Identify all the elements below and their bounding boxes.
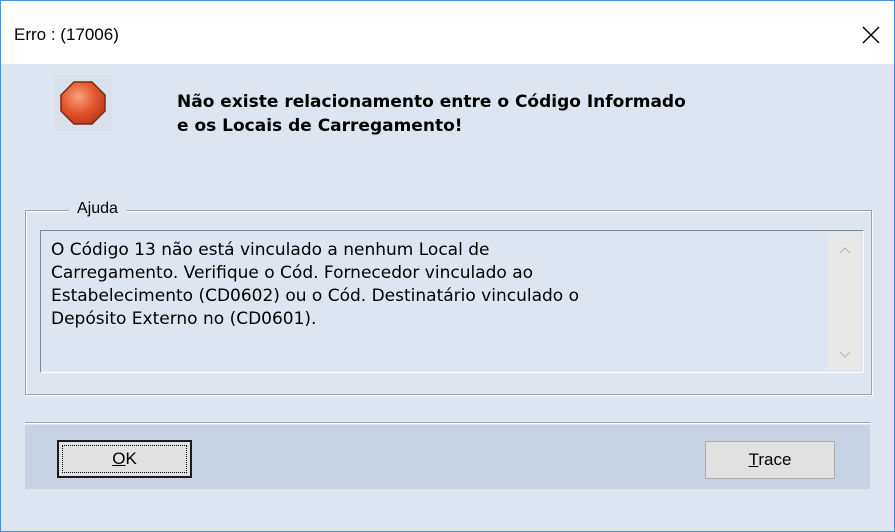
chevron-down-icon [839,351,850,358]
help-text-line: O Código 13 não está vinculado a nenhum … [51,240,490,260]
help-text-area[interactable]: O Código 13 não está vinculado a nenhum … [40,230,864,373]
focus-rectangle [62,445,187,473]
error-message: Não existe relacionamento entre o Código… [177,90,686,138]
stop-error-icon [54,75,112,131]
help-text-line: Carregamento. Verifique o Cód. Fornecedo… [51,263,534,283]
error-message-line: Não existe relacionamento entre o Código… [177,92,686,112]
scroll-up-button[interactable] [828,239,861,261]
trace-button-label: Trace [748,450,792,469]
help-text-line: Depósito Externo no (CD0601). [51,309,317,329]
button-bar: OK Trace [25,425,870,489]
ok-button[interactable]: OK [57,440,192,478]
scroll-down-button[interactable] [828,344,861,366]
vertical-scrollbar[interactable] [828,233,861,370]
close-icon [862,26,880,44]
chevron-up-icon [839,247,850,254]
window-title: Erro : (17006) [14,25,119,44]
help-text: O Código 13 não está vinculado a nenhum … [51,239,821,331]
help-text-line: Estabelecimento (CD0602) ou o Cód. Desti… [51,286,579,306]
close-button[interactable] [848,15,894,55]
trace-button[interactable]: Trace [705,441,835,479]
help-group-label: Ajuda [69,200,126,218]
divider [25,422,870,424]
title-bar: Erro : (17006) [1,1,894,64]
error-dialog: Erro : (17006) Não existe relacionamento… [0,0,895,532]
error-message-line: e os Locais de Carregamento! [177,116,463,136]
